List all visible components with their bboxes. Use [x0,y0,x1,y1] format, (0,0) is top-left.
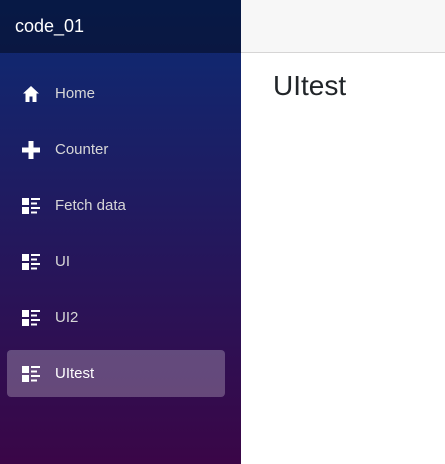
nav-item-uitest[interactable]: UItest [7,350,225,397]
brand-bar: code_01 [0,0,241,53]
nav-item-label: UI [55,253,70,270]
home-icon [22,85,40,103]
nav-item-label: Home [55,85,96,102]
list-rich-icon [22,365,40,383]
nav-item-home[interactable]: Home [7,70,225,117]
plus-icon [22,140,40,159]
nav-item-ui[interactable]: UI [7,238,225,285]
top-row [241,0,445,53]
nav-item-fetch-data[interactable]: Fetch data [7,182,225,229]
sidebar: code_01 Home Counter Fetch data UI UI2 U… [0,0,241,464]
app-brand-link[interactable]: code_01 [15,16,84,37]
list-rich-icon [22,253,40,271]
list-rich-icon [22,197,40,215]
nav-item-label: Fetch data [55,197,126,214]
nav-item-label: UI2 [55,309,79,326]
nav-item-counter[interactable]: Counter [7,126,225,173]
nav-item-label: Counter [55,141,109,158]
nav-item-label: UItest [55,365,95,382]
nav-item-ui2[interactable]: UI2 [7,294,225,341]
page-title: UItest [273,70,347,101]
list-rich-icon [22,309,40,327]
